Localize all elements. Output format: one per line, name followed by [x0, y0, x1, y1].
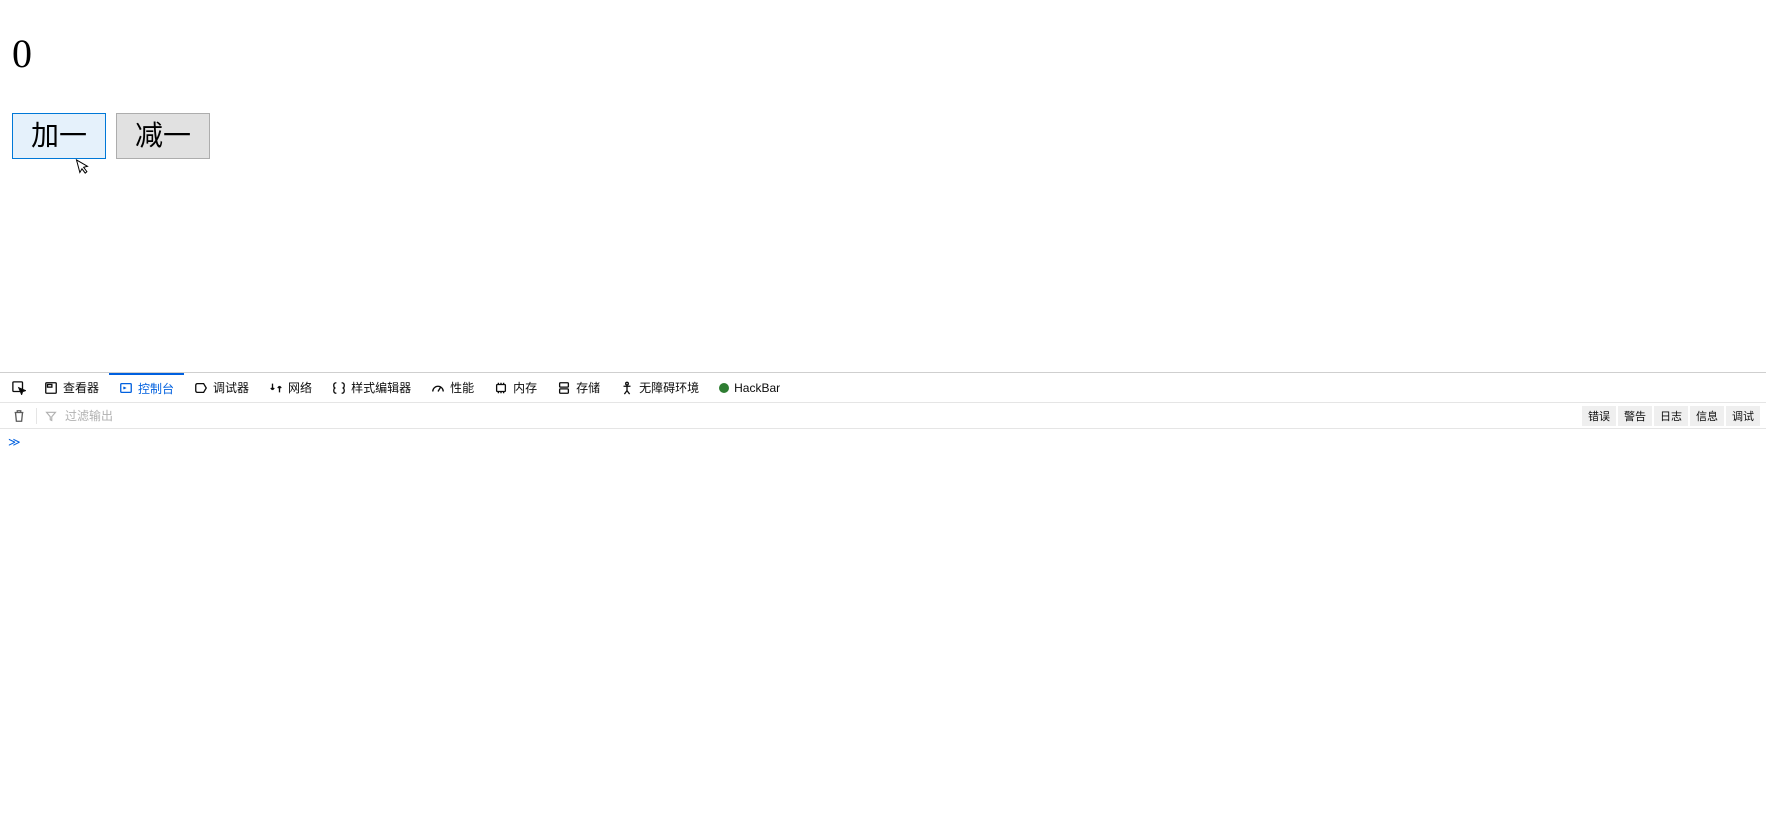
filter-warnings-button[interactable]: 警告 [1618, 406, 1652, 426]
console-toolbar: 错误 警告 日志 信息 调试 [0, 403, 1766, 429]
tab-label: 网络 [288, 379, 312, 396]
tab-label: 调试器 [213, 379, 249, 396]
filter-debug-button[interactable]: 调试 [1726, 406, 1760, 426]
filter-logs-button[interactable]: 日志 [1654, 406, 1688, 426]
filter-input[interactable] [61, 407, 1582, 425]
tab-label: 性能 [450, 379, 474, 396]
inspector-icon [44, 381, 58, 395]
tab-label: 控制台 [138, 380, 174, 397]
tab-label: 存储 [576, 379, 600, 396]
separator [36, 408, 37, 424]
tab-debugger[interactable]: 调试器 [184, 373, 259, 402]
counter-display: 0 [12, 30, 1754, 77]
network-icon [269, 381, 283, 395]
filter-errors-button[interactable]: 错误 [1582, 406, 1616, 426]
tab-memory[interactable]: 内存 [484, 373, 547, 402]
tab-performance[interactable]: 性能 [421, 373, 484, 402]
accessibility-icon [620, 381, 634, 395]
button-row: 加一 减一 [12, 113, 1754, 159]
tab-console[interactable]: 控制台 [109, 373, 184, 402]
tab-label: 查看器 [63, 379, 99, 396]
storage-icon [557, 381, 571, 395]
tab-label: 无障碍环境 [639, 379, 699, 396]
debugger-icon [194, 381, 208, 395]
clear-console-button[interactable] [6, 409, 32, 423]
tab-style-editor[interactable]: 样式编辑器 [322, 373, 421, 402]
tab-network[interactable]: 网络 [259, 373, 322, 402]
tab-accessibility[interactable]: 无障碍环境 [610, 373, 709, 402]
devtools-tabs: 查看器 控制台 调试器 网络 样式编辑器 性能 内存 存储 [0, 373, 1766, 403]
tab-label: 内存 [513, 379, 537, 396]
console-body[interactable]: ≫ [0, 429, 1766, 820]
performance-icon [431, 381, 445, 395]
decrement-button[interactable]: 减一 [116, 113, 210, 159]
funnel-icon [41, 410, 61, 422]
filter-info-button[interactable]: 信息 [1690, 406, 1724, 426]
tab-label: 样式编辑器 [351, 379, 411, 396]
tab-storage[interactable]: 存储 [547, 373, 610, 402]
console-icon [119, 381, 133, 395]
style-editor-icon [332, 381, 346, 395]
tab-label: HackBar [734, 381, 780, 395]
console-prompt: ≫ [8, 435, 21, 449]
increment-button[interactable]: 加一 [12, 113, 106, 159]
log-filters: 错误 警告 日志 信息 调试 [1582, 406, 1760, 426]
element-picker-icon[interactable] [4, 373, 34, 402]
tab-inspector[interactable]: 查看器 [34, 373, 109, 402]
memory-icon [494, 381, 508, 395]
devtools-panel: 查看器 控制台 调试器 网络 样式编辑器 性能 内存 存储 [0, 372, 1766, 820]
page-content: 0 加一 减一 [0, 0, 1766, 372]
hackbar-icon [719, 383, 729, 393]
tab-hackbar[interactable]: HackBar [709, 373, 790, 402]
